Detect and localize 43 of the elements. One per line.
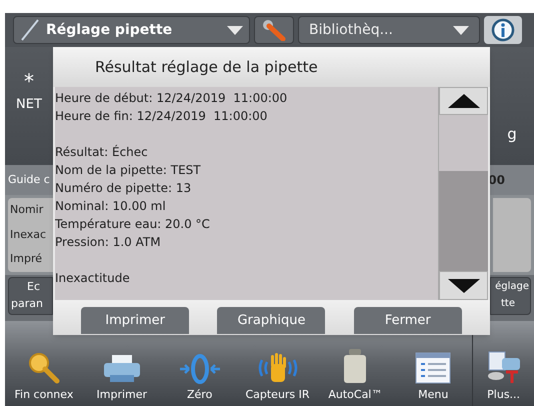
result-line: Nominal: 10.00 ml bbox=[55, 198, 167, 215]
caret-icon bbox=[453, 26, 469, 34]
printer-icon bbox=[102, 354, 142, 384]
scroll-up-button[interactable] bbox=[439, 87, 488, 115]
result-line: Température eau: 20.0 °C bbox=[55, 216, 211, 233]
wrench-icon bbox=[262, 19, 286, 41]
dialog-button[interactable]: Imprimer bbox=[81, 307, 190, 334]
net-label: NET bbox=[16, 96, 42, 114]
result-line: Numéro de pipette: 13 bbox=[55, 180, 192, 197]
result-line: Nom de la pipette: TEST bbox=[55, 162, 202, 179]
result-line: Pression: 1.0 ATM bbox=[55, 234, 162, 251]
scroll-thumb[interactable] bbox=[439, 171, 488, 271]
info-icon bbox=[491, 18, 515, 42]
scroll-down-button[interactable] bbox=[439, 271, 488, 300]
pipette-icon bbox=[20, 19, 40, 41]
dialog-button[interactable]: Fermer bbox=[354, 307, 462, 334]
guide-label: Guide c bbox=[8, 172, 50, 188]
down-arrow-icon bbox=[448, 278, 480, 292]
dialog-button[interactable]: Graphique bbox=[217, 307, 326, 334]
info-button[interactable] bbox=[484, 16, 522, 44]
taskbar-button[interactable]: Fin connex bbox=[5, 321, 83, 406]
dialog-title: Résultat réglage de la pipette bbox=[95, 56, 318, 78]
magnifier-icon bbox=[26, 352, 61, 384]
result-line: Heure de fin: 12/24/2019 11:00:00 bbox=[55, 108, 268, 125]
settings-button[interactable] bbox=[254, 16, 294, 44]
result-line: Résultat: Échec bbox=[55, 144, 149, 161]
zero-arrows-icon bbox=[178, 354, 221, 384]
unit-label: g bbox=[507, 124, 517, 144]
field-label: Inexac bbox=[10, 226, 48, 243]
mode-dropdown[interactable]: Réglage pipette bbox=[13, 16, 250, 44]
checklist-icon bbox=[415, 352, 452, 384]
hand-icon bbox=[258, 352, 298, 384]
parameters-button[interactable]: Ec paran bbox=[8, 277, 53, 315]
adjustment-button[interactable]: églage tte bbox=[490, 277, 531, 315]
caret-icon bbox=[227, 26, 243, 34]
tare-mark: * bbox=[24, 71, 34, 91]
field-label: Impré bbox=[10, 251, 43, 268]
result-line: Heure de début: 12/24/2019 11:00:00 bbox=[55, 90, 288, 107]
up-arrow-icon bbox=[448, 94, 480, 108]
library-dropdown[interactable]: Bibliothèq... bbox=[298, 16, 480, 44]
result-line: Inexactitude bbox=[55, 270, 131, 287]
devices-icon bbox=[486, 350, 522, 384]
field-label: Nomir bbox=[10, 202, 44, 218]
